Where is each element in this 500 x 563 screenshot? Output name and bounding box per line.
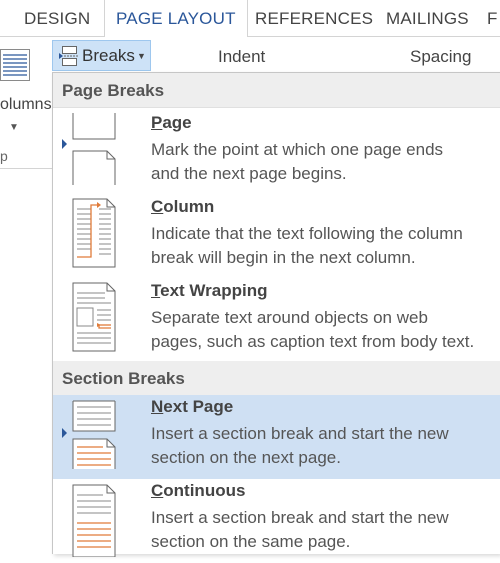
group-divider [0, 168, 52, 169]
menu-item-title: Text Wrapping [151, 281, 268, 300]
text-wrapping-icon [72, 282, 116, 352]
tab-page-layout[interactable]: PAGE LAYOUT [104, 0, 248, 37]
menu-item-description: Insert a section break and start the new… [151, 508, 449, 551]
menu-item-column-break[interactable]: Column Indicate that the text following … [53, 195, 500, 279]
menu-item-title: Column [151, 197, 215, 216]
tab-mailings[interactable]: MAILINGS [386, 0, 469, 36]
continuous-icon [72, 484, 116, 557]
menu-item-title: Page [151, 113, 192, 132]
indent-group-header: Indent [218, 47, 266, 66]
section-header-label: Page Breaks [62, 81, 165, 100]
page-break-icon [72, 113, 116, 185]
columns-button-label[interactable]: olumns [0, 96, 52, 114]
columns-icon[interactable] [0, 49, 30, 81]
column-break-icon [72, 198, 116, 268]
menu-item-description: Insert a section break and start the new… [151, 424, 449, 467]
section-header-label: Section Breaks [62, 369, 185, 388]
menu-item-continuous[interactable]: Continuous Insert a section break and st… [53, 479, 500, 563]
chevron-down-icon[interactable]: ▼ [9, 122, 19, 133]
menu-item-description: Indicate that the text following the col… [151, 224, 463, 267]
menu-item-next-page[interactable]: Next Page Insert a section break and sta… [53, 395, 500, 479]
menu-item-title: Continuous [151, 481, 246, 500]
section-breaks-header: Section Breaks [53, 361, 500, 396]
spacing-group-header: Spacing [410, 47, 472, 66]
ribbon-tab-bar: DESIGN PAGE LAYOUT REFERENCES MAILINGS F [0, 0, 500, 37]
next-page-icon [72, 400, 116, 469]
caret-right-icon [62, 139, 67, 149]
tab-design[interactable]: DESIGN [24, 0, 90, 36]
menu-item-description: Separate text around objects on web page… [151, 308, 475, 351]
menu-item-page-break[interactable]: Page Mark the point at which one page en… [53, 111, 500, 195]
chevron-down-icon: ▼ [137, 51, 146, 61]
caret-right-icon [62, 428, 67, 438]
breaks-button-label: Breaks [82, 46, 135, 65]
page-breaks-header: Page Breaks [53, 73, 500, 108]
tab-format[interactable]: F [487, 0, 498, 36]
menu-item-title: Next Page [151, 397, 234, 416]
page-setup-group-label: p [0, 148, 8, 164]
tab-references[interactable]: REFERENCES [255, 0, 373, 36]
breaks-button[interactable]: Breaks ▼ [52, 40, 151, 71]
breaks-icon [59, 46, 78, 66]
menu-item-description: Mark the point at which one page ends an… [151, 140, 444, 183]
menu-item-text-wrapping[interactable]: Text Wrapping Separate text around objec… [53, 279, 500, 363]
breaks-dropdown-menu: Page Breaks Page Mark the point at which… [52, 72, 500, 557]
